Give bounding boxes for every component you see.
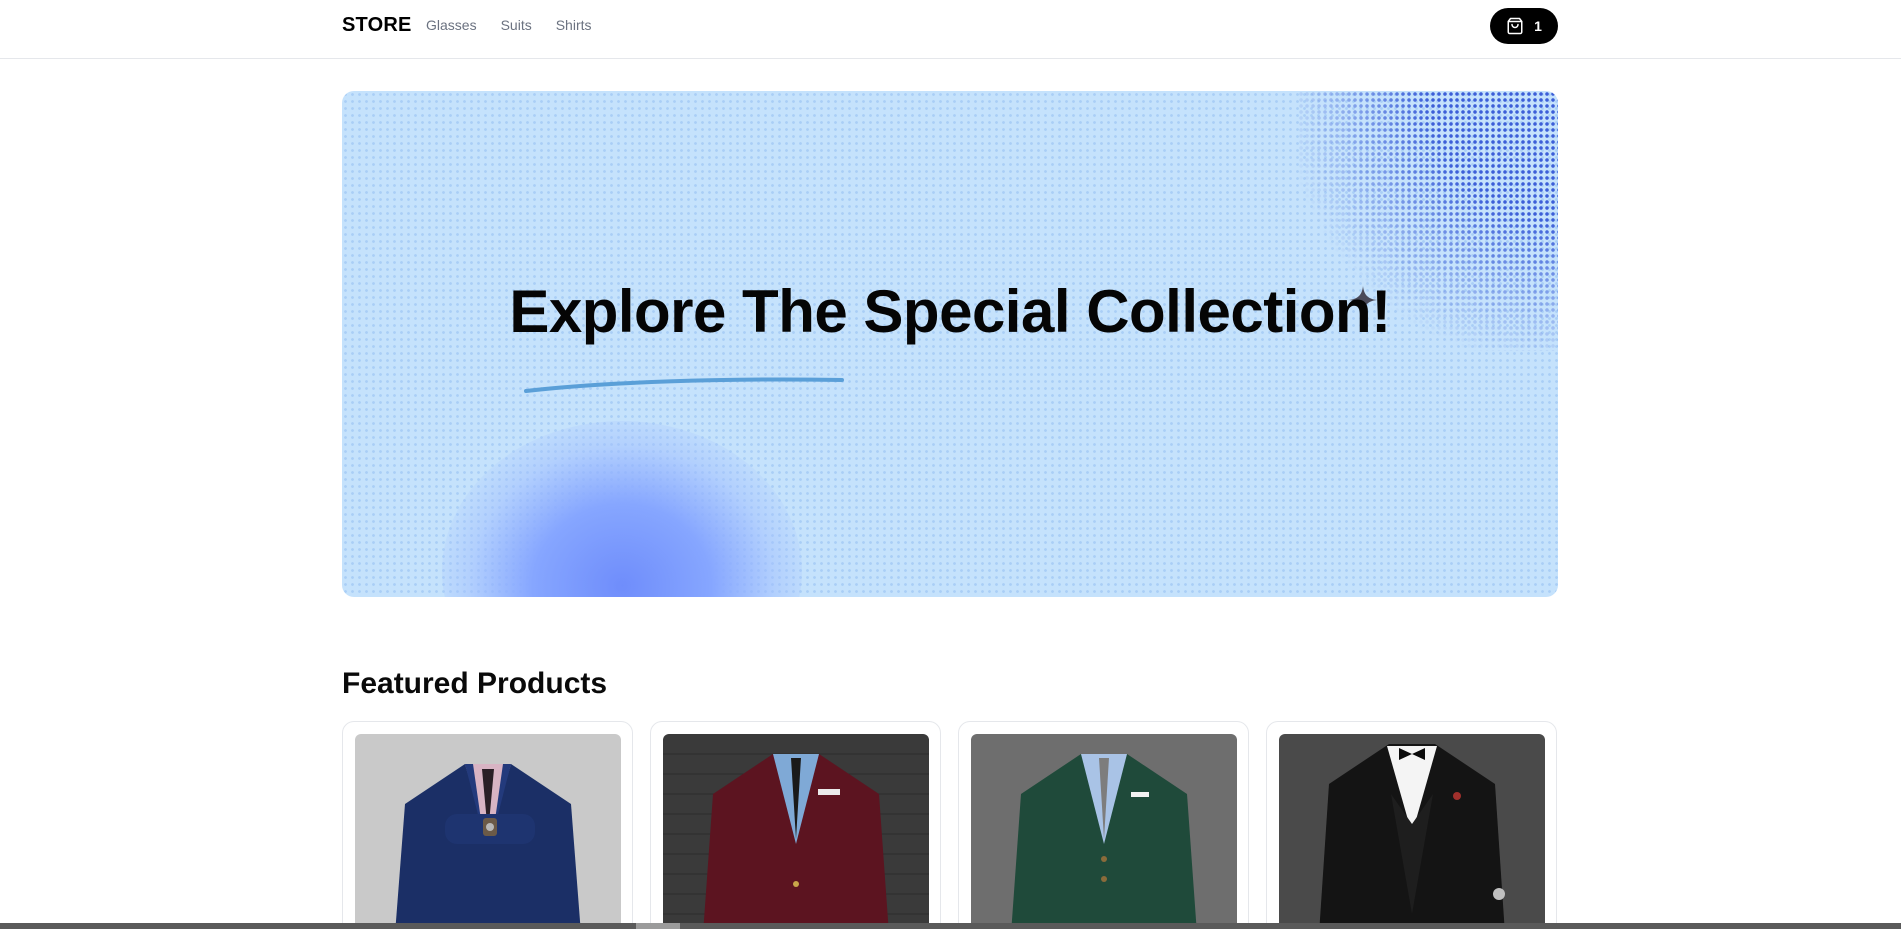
swoosh-line-decoration	[524, 377, 844, 393]
store-logo[interactable]: STORE	[342, 14, 412, 37]
product-image-green-suit	[971, 734, 1237, 929]
hero-title: Explore The Special Collection!	[509, 278, 1391, 345]
cart-button[interactable]: 1	[1490, 8, 1558, 44]
featured-products-heading: Featured Products	[342, 667, 608, 700]
product-image-black-tuxedo	[1279, 734, 1545, 929]
product-card-burgundy-suit[interactable]	[650, 721, 941, 929]
top-navigation-bar: STORE Glasses Suits Shirts 1	[0, 0, 1901, 59]
product-grid	[342, 721, 1557, 929]
nav-link-glasses[interactable]: Glasses	[426, 17, 477, 33]
product-card-black-tuxedo[interactable]	[1266, 721, 1557, 929]
scrollbar-thumb[interactable]	[636, 923, 680, 929]
product-card-navy-suit[interactable]	[342, 721, 633, 929]
cart-count-badge: 1	[1534, 18, 1542, 34]
shopping-bag-icon	[1507, 17, 1523, 35]
horizontal-scrollbar[interactable]	[0, 923, 1901, 929]
hero-banner: Explore The Special Collection!	[342, 91, 1558, 597]
product-card-green-suit[interactable]	[958, 721, 1249, 929]
main-nav: Glasses Suits Shirts	[426, 17, 592, 33]
product-image-burgundy-suit	[663, 734, 929, 929]
product-image-navy-suit	[355, 734, 621, 929]
nav-link-suits[interactable]: Suits	[501, 17, 532, 33]
nav-link-shirts[interactable]: Shirts	[556, 17, 592, 33]
hero-glow-decoration	[442, 421, 802, 597]
